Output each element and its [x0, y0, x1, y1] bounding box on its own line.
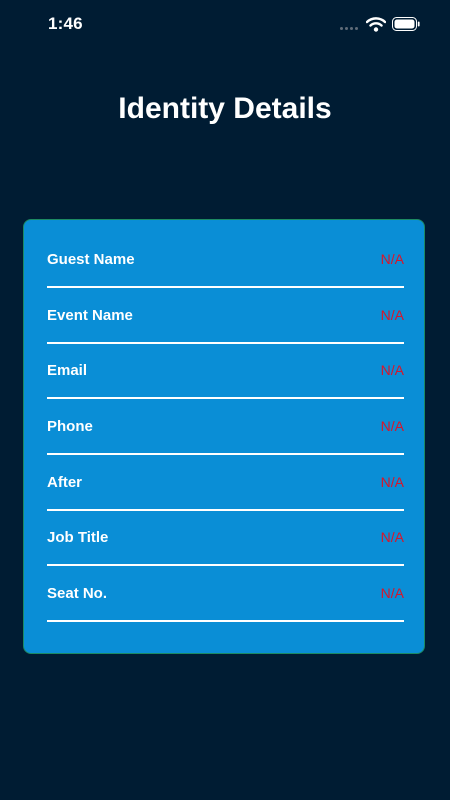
detail-label: Seat No.	[47, 585, 108, 602]
detail-row-seat-no: Seat No. N/A	[47, 562, 404, 622]
battery-icon	[392, 17, 420, 31]
detail-label: Phone	[47, 418, 93, 435]
detail-label: After	[47, 474, 83, 491]
detail-row-event-name: Event Name N/A	[47, 284, 404, 344]
detail-label: Job Title	[47, 529, 109, 546]
detail-row-guest-name: Guest Name N/A	[47, 228, 404, 288]
detail-row-after: After N/A	[47, 451, 404, 511]
detail-label: Email	[47, 362, 88, 379]
detail-value: N/A	[380, 362, 404, 378]
status-bar: 1:46	[0, 0, 450, 50]
row-divider	[47, 620, 404, 622]
detail-label: Event Name	[47, 307, 133, 324]
status-time: 1:46	[48, 14, 83, 33]
detail-value: N/A	[380, 307, 404, 323]
detail-row-phone: Phone N/A	[47, 395, 404, 455]
detail-value: N/A	[380, 418, 404, 434]
page-title: Identity Details	[118, 92, 332, 125]
identity-details-card: Guest Name N/A Event Name N/A Email N/A …	[23, 219, 425, 654]
detail-label: Guest Name	[47, 251, 135, 268]
detail-value: N/A	[380, 529, 404, 545]
wifi-icon	[366, 17, 386, 32]
detail-value: N/A	[380, 474, 404, 490]
detail-row-job-title: Job Title N/A	[47, 506, 404, 566]
detail-row-email: Email N/A	[47, 339, 404, 399]
detail-value: N/A	[380, 251, 404, 267]
detail-value: N/A	[380, 585, 404, 601]
signal-dots-icon	[340, 27, 358, 30]
